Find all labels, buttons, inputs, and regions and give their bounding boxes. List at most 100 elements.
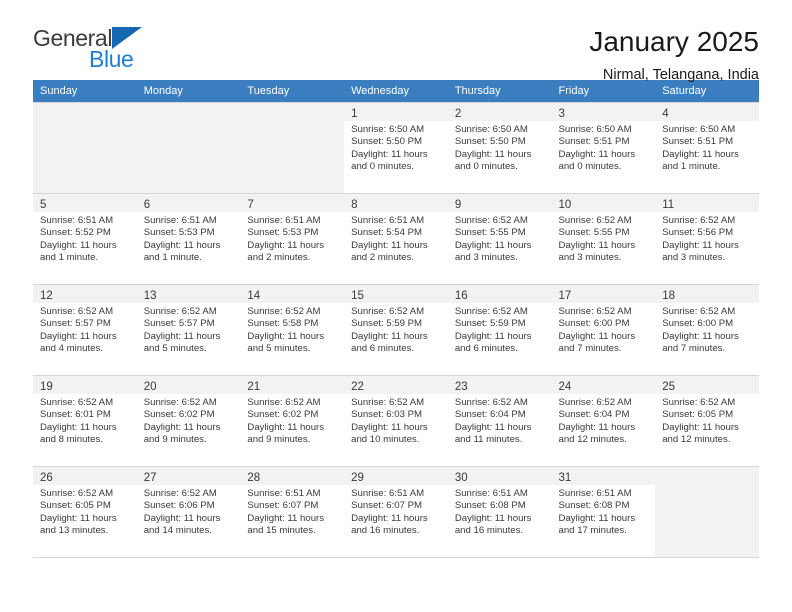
sun-info-text: Sunrise: 6:51 AM Sunset: 6:07 PM Dayligh… [351, 488, 428, 537]
calendar-day-cell[interactable]: 6 Sunrise: 6:51 AM Sunset: 5:53 PM Daylig… [136, 193, 241, 285]
calendar-cell-inner: 21 Sunrise: 6:52 AM Sunset: 6:02 PM Dayli… [240, 376, 345, 466]
calendar-cell-inner: 4 Sunrise: 6:50 AM Sunset: 5:51 PM Daylig… [655, 103, 759, 193]
day-number: 28 [247, 472, 261, 484]
calendar-day-cell[interactable]: 3 Sunrise: 6:50 AM Sunset: 5:51 PM Daylig… [551, 102, 656, 194]
calendar-week-row: 12 Sunrise: 6:52 AM Sunset: 5:57 PM Dayli… [33, 284, 759, 376]
calendar-cell-inner: 31 Sunrise: 6:51 AM Sunset: 6:08 PM Dayli… [551, 467, 656, 557]
calendar-day-cell[interactable]: 24 Sunrise: 6:52 AM Sunset: 6:04 PM Dayli… [551, 375, 656, 467]
sun-info-text: Sunrise: 6:51 AM Sunset: 6:08 PM Dayligh… [454, 488, 532, 537]
calendar-cell-inner: 20 Sunrise: 6:52 AM Sunset: 6:02 PM Dayli… [136, 376, 241, 466]
day-number: 31 [558, 472, 572, 484]
calendar-cell-inner: 25 Sunrise: 6:52 AM Sunset: 6:05 PM Dayli… [655, 376, 759, 466]
calendar-day-cell[interactable]: 23 Sunrise: 6:52 AM Sunset: 6:04 PM Dayli… [447, 375, 552, 467]
sun-info-text: Sunrise: 6:52 AM Sunset: 5:56 PM Dayligh… [662, 215, 739, 264]
weekday-header-monday: Monday [136, 80, 241, 103]
calendar-week-row: 19 Sunrise: 6:52 AM Sunset: 6:01 PM Dayli… [33, 375, 759, 467]
calendar-day-cell[interactable]: 11 Sunrise: 6:52 AM Sunset: 5:56 PM Dayli… [655, 193, 759, 285]
calendar-cell-empty [240, 102, 345, 194]
calendar-cell-inner: 3 Sunrise: 6:50 AM Sunset: 5:51 PM Daylig… [551, 103, 656, 193]
sun-info-text: Sunrise: 6:51 AM Sunset: 5:53 PM Dayligh… [143, 215, 221, 264]
calendar-day-cell[interactable]: 28 Sunrise: 6:51 AM Sunset: 6:07 PM Dayli… [240, 466, 345, 558]
day-number: 21 [247, 381, 261, 393]
sun-info-text: Sunrise: 6:50 AM Sunset: 5:51 PM Dayligh… [662, 124, 739, 173]
day-number: 20 [143, 381, 157, 393]
day-number: 27 [143, 472, 157, 484]
calendar-day-cell[interactable]: 18 Sunrise: 6:52 AM Sunset: 6:00 PM Dayli… [655, 284, 759, 376]
day-number: 29 [351, 472, 364, 484]
weekday-header-sunday: Sunday [33, 80, 137, 103]
day-number: 12 [40, 290, 53, 302]
day-number [144, 107, 234, 121]
calendar-cell-inner: 23 Sunrise: 6:52 AM Sunset: 6:04 PM Dayli… [447, 376, 552, 466]
day-number [40, 107, 130, 121]
day-number: 22 [351, 381, 364, 393]
weekday-header-tuesday: Tuesday [240, 80, 345, 103]
calendar-cell-inner: 28 Sunrise: 6:51 AM Sunset: 6:07 PM Dayli… [240, 467, 345, 557]
day-number: 15 [351, 290, 364, 302]
calendar-day-cell[interactable]: 12 Sunrise: 6:52 AM Sunset: 5:57 PM Dayli… [33, 284, 137, 376]
day-number: 19 [40, 381, 53, 393]
calendar-cell-inner: 12 Sunrise: 6:52 AM Sunset: 5:57 PM Dayli… [33, 285, 137, 375]
calendar-cell-inner: 5 Sunrise: 6:51 AM Sunset: 5:52 PM Daylig… [33, 194, 137, 284]
calendar-day-cell[interactable]: 16 Sunrise: 6:52 AM Sunset: 5:59 PM Dayli… [447, 284, 552, 376]
calendar-day-cell[interactable]: 2 Sunrise: 6:50 AM Sunset: 5:50 PM Daylig… [447, 102, 552, 194]
calendar-cell-inner: 19 Sunrise: 6:52 AM Sunset: 6:01 PM Dayli… [33, 376, 137, 466]
calendar-day-cell[interactable]: 1 Sunrise: 6:50 AM Sunset: 5:50 PM Daylig… [344, 102, 448, 194]
calendar-cell-inner: 10 Sunrise: 6:52 AM Sunset: 5:55 PM Dayli… [551, 194, 656, 284]
calendar-cell-inner [33, 103, 137, 193]
calendar-day-cell[interactable]: 7 Sunrise: 6:51 AM Sunset: 5:53 PM Daylig… [240, 193, 345, 285]
calendar-cell-inner: 8 Sunrise: 6:51 AM Sunset: 5:54 PM Daylig… [344, 194, 448, 284]
calendar-cell-inner: 7 Sunrise: 6:51 AM Sunset: 5:53 PM Daylig… [240, 194, 345, 284]
calendar-cell-inner: 1 Sunrise: 6:50 AM Sunset: 5:50 PM Daylig… [344, 103, 448, 193]
calendar-cell-inner [655, 467, 759, 557]
sun-info-text: Sunrise: 6:52 AM Sunset: 6:03 PM Dayligh… [351, 397, 428, 446]
calendar-day-cell[interactable]: 29 Sunrise: 6:51 AM Sunset: 6:07 PM Dayli… [344, 466, 448, 558]
sun-info-text: Sunrise: 6:52 AM Sunset: 6:05 PM Dayligh… [40, 488, 117, 537]
calendar-day-cell[interactable]: 15 Sunrise: 6:52 AM Sunset: 5:59 PM Dayli… [344, 284, 448, 376]
calendar-day-cell[interactable]: 10 Sunrise: 6:52 AM Sunset: 5:55 PM Dayli… [551, 193, 656, 285]
calendar-day-cell[interactable]: 25 Sunrise: 6:52 AM Sunset: 6:05 PM Dayli… [655, 375, 759, 467]
calendar-day-cell[interactable]: 19 Sunrise: 6:52 AM Sunset: 6:01 PM Dayli… [33, 375, 137, 467]
calendar-day-cell[interactable]: 8 Sunrise: 6:51 AM Sunset: 5:54 PM Daylig… [344, 193, 448, 285]
calendar-cell-inner: 29 Sunrise: 6:51 AM Sunset: 6:07 PM Dayli… [344, 467, 448, 557]
calendar-day-cell[interactable]: 13 Sunrise: 6:52 AM Sunset: 5:57 PM Dayli… [136, 284, 241, 376]
calendar-week-row: 26 Sunrise: 6:52 AM Sunset: 6:05 PM Dayli… [33, 466, 759, 558]
sun-info-text: Sunrise: 6:52 AM Sunset: 6:02 PM Dayligh… [143, 397, 221, 446]
day-number: 16 [454, 290, 468, 302]
calendar-day-cell[interactable]: 17 Sunrise: 6:52 AM Sunset: 6:00 PM Dayli… [551, 284, 656, 376]
day-number: 5 [40, 199, 47, 211]
day-number: 9 [454, 199, 462, 211]
title-block: January 2025 Nirmal, Telangana, India [589, 26, 759, 85]
sun-info-text: Sunrise: 6:52 AM Sunset: 6:02 PM Dayligh… [247, 397, 325, 446]
calendar-cell-empty [136, 102, 241, 194]
day-number: 23 [454, 381, 468, 393]
sun-info-text: Sunrise: 6:52 AM Sunset: 5:58 PM Dayligh… [247, 306, 325, 355]
calendar-cell-empty [655, 466, 759, 558]
sun-info-text: Sunrise: 6:51 AM Sunset: 6:08 PM Dayligh… [558, 488, 636, 537]
calendar-week-row: 5 Sunrise: 6:51 AM Sunset: 5:52 PM Daylig… [33, 193, 759, 285]
calendar-day-cell[interactable]: 30 Sunrise: 6:51 AM Sunset: 6:08 PM Dayli… [447, 466, 552, 558]
calendar-day-cell[interactable]: 9 Sunrise: 6:52 AM Sunset: 5:55 PM Daylig… [447, 193, 552, 285]
calendar-day-cell[interactable]: 20 Sunrise: 6:52 AM Sunset: 6:02 PM Dayli… [136, 375, 241, 467]
calendar-table: Sunday Monday Tuesday Wednesday Thursday… [33, 80, 759, 558]
day-number [247, 107, 337, 121]
calendar-day-cell[interactable]: 31 Sunrise: 6:51 AM Sunset: 6:08 PM Dayli… [551, 466, 656, 558]
calendar-day-cell[interactable]: 5 Sunrise: 6:51 AM Sunset: 5:52 PM Daylig… [33, 193, 137, 285]
calendar-day-cell[interactable]: 22 Sunrise: 6:52 AM Sunset: 6:03 PM Dayli… [344, 375, 448, 467]
calendar-day-cell[interactable]: 26 Sunrise: 6:52 AM Sunset: 6:05 PM Dayli… [33, 466, 137, 558]
day-number: 26 [40, 472, 53, 484]
calendar-day-cell[interactable]: 27 Sunrise: 6:52 AM Sunset: 6:06 PM Dayli… [136, 466, 241, 558]
calendar-page: General Blue January 2025 Nirmal, Telang… [0, 0, 792, 612]
calendar-day-cell[interactable]: 14 Sunrise: 6:52 AM Sunset: 5:58 PM Dayli… [240, 284, 345, 376]
day-number: 1 [351, 108, 358, 120]
day-number: 10 [558, 199, 572, 211]
calendar-cell-inner [136, 103, 241, 193]
generalblue-logo[interactable]: General Blue [33, 26, 143, 71]
calendar-day-cell[interactable]: 21 Sunrise: 6:52 AM Sunset: 6:02 PM Dayli… [240, 375, 345, 467]
calendar-day-cell[interactable]: 4 Sunrise: 6:50 AM Sunset: 5:51 PM Daylig… [655, 102, 759, 194]
day-number: 4 [662, 108, 669, 120]
sun-info-text: Sunrise: 6:52 AM Sunset: 5:55 PM Dayligh… [454, 215, 532, 264]
day-number: 11 [662, 199, 675, 211]
sun-info-text: Sunrise: 6:51 AM Sunset: 5:53 PM Dayligh… [247, 215, 325, 264]
day-number: 30 [454, 472, 468, 484]
